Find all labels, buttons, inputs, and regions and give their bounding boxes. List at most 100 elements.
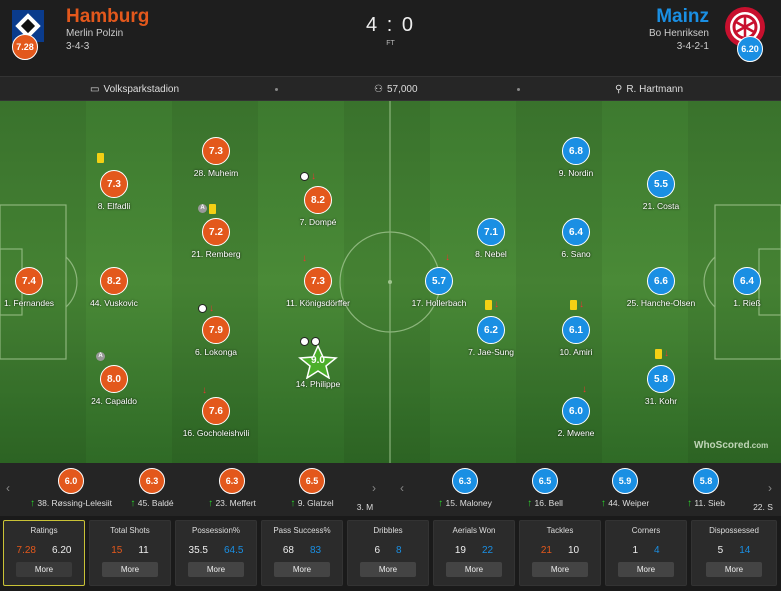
stadium-info: ▭ Volksparkstadion [90, 84, 179, 95]
stat-card-pass-success[interactable]: Pass Success% 68 83 More [261, 520, 343, 586]
stat-title: Tackles [546, 526, 574, 535]
home-player[interactable]: A 8.0 24. Capaldo [64, 352, 164, 406]
player-name: 6. Sano [561, 249, 591, 259]
home-player[interactable]: A 7.2 21. Remberg [166, 204, 266, 259]
away-stat-value: 10 [568, 545, 580, 556]
player-name: 45. Baldé [137, 498, 174, 508]
stat-card-total-shots[interactable]: Total Shots 15 11 More [89, 520, 171, 586]
player-rating: 6.0 [58, 468, 84, 494]
player-rating: 7.1 [477, 218, 505, 246]
away-player[interactable]: 6.4 6. Sano [526, 218, 626, 259]
pitch: 7.4 1. Fernandes 7.3 8. Elfadli 8.2 44. … [0, 101, 781, 463]
player-name: 6. Lokonga [194, 347, 238, 357]
stat-card-ratings[interactable]: Ratings 7.28 6.20 More [3, 520, 85, 586]
more-button[interactable]: More [618, 562, 674, 577]
away-player[interactable]: ↓ 6.1 10. Amiri [526, 300, 626, 358]
home-substitute[interactable]: 6.5 ↑ 9. Glatzel [257, 468, 367, 509]
player-name: 23. Meffert [215, 498, 256, 508]
stat-title: Dribbles [373, 526, 403, 535]
home-player[interactable]: ↓ 7.6 16. Gocholeishvili [166, 386, 266, 439]
away-stat-value: 6.20 [52, 545, 72, 556]
goal-icon [311, 337, 320, 346]
player-name: 11. Sieb [694, 498, 725, 508]
home-stat-value: 6 [374, 545, 380, 556]
home-substitute[interactable]: 3. M [355, 468, 375, 512]
home-player[interactable]: ↓ 7.3 11. Königsdörffer [268, 254, 368, 309]
away-substitute[interactable]: 5.8 ↑ 11. Sieb [651, 468, 761, 509]
sub-in-icon: ↑ [290, 498, 296, 509]
away-subs-prev-icon[interactable]: ‹ [400, 481, 404, 495]
player-rating: 6.0 [562, 397, 590, 425]
player-events: A [198, 204, 216, 214]
match-info-bar: ▭ Volksparkstadion ⚇ 57,000 ⚲ R. Hartman… [0, 76, 781, 101]
player-rating: 7.3 [304, 267, 332, 295]
sub-out-icon: ↓ [664, 348, 669, 359]
away-player[interactable]: ↓ 5.7 17. Hollerbach [389, 253, 489, 309]
home-player[interactable]: 9.0 14. Philippe [268, 337, 368, 389]
away-player[interactable]: ↓ 6.2 7. Jae-Sung [441, 300, 541, 358]
stat-card-possession[interactable]: Possession% 35.5 64.5 More [175, 520, 257, 586]
stat-title: Pass Success% [273, 526, 331, 535]
stat-card-tackles[interactable]: Tackles 21 10 More [519, 520, 601, 586]
player-rating: 5.8 [647, 365, 675, 393]
player-name: 22. S [753, 502, 773, 512]
player-rating: 8.0 [100, 365, 128, 393]
stat-card-dispossessed[interactable]: Dispossessed 5 14 More [691, 520, 777, 586]
away-player[interactable]: 6.8 9. Nordin [526, 137, 626, 178]
away-team-name[interactable]: Mainz [656, 6, 709, 28]
home-player[interactable]: 7.3 8. Elfadli [64, 153, 164, 211]
player-events: ↓ [655, 349, 669, 359]
goal-icon [300, 337, 309, 346]
player-rating: 5.8 [693, 468, 719, 494]
player-name: 8. Nebel [475, 249, 507, 259]
yellow-card-icon [570, 300, 577, 310]
home-player[interactable]: ↓ 7.9 6. Lokonga [166, 304, 266, 358]
player-events: ↓ [300, 172, 316, 182]
player-events: A [96, 352, 105, 362]
more-button[interactable]: More [188, 562, 244, 577]
away-player[interactable]: 7.1 8. Nebel [441, 218, 541, 259]
home-player[interactable]: 8.2 44. Vuskovic [64, 267, 164, 308]
stat-card-aerials-won[interactable]: Aerials Won 19 22 More [433, 520, 515, 586]
player-name: 8. Elfadli [97, 201, 131, 211]
more-button[interactable]: More [16, 562, 72, 577]
player-rating: 8.2 [304, 186, 332, 214]
player-rating: 7.2 [202, 218, 230, 246]
player-rating: 6.5 [299, 468, 325, 494]
stat-card-corners[interactable]: Corners 1 4 More [605, 520, 687, 586]
player-name: 7. Dompé [299, 217, 337, 227]
home-subs-prev-icon[interactable]: ‹ [6, 481, 10, 495]
more-button[interactable]: More [532, 562, 588, 577]
more-button[interactable]: More [446, 562, 502, 577]
away-player[interactable]: ↓ 6.0 2. Mwene [526, 385, 626, 439]
player-name: 14. Philippe [295, 379, 341, 389]
watermark-suffix: .com [749, 441, 769, 450]
home-player[interactable]: 7.3 28. Muheim [166, 137, 266, 178]
away-player[interactable]: 5.5 21. Costa [611, 170, 711, 211]
sub-in-icon: ↑ [600, 498, 606, 509]
away-player[interactable]: 6.6 25. Hanche-Olsen [611, 267, 711, 308]
away-substitute[interactable]: 22. S [753, 468, 773, 512]
more-button[interactable]: More [360, 562, 416, 577]
sub-in-icon: ↑ [130, 498, 136, 509]
player-rating: 8.2 [100, 267, 128, 295]
player-events: ↓ [570, 300, 584, 310]
sub-out-icon: ↓ [311, 171, 316, 182]
home-stat-value: 35.5 [188, 545, 208, 556]
player-name: 16. Bell [534, 498, 563, 508]
away-stat-value: 8 [396, 545, 402, 556]
more-button[interactable]: More [706, 562, 762, 577]
player-name: 31. Kohr [644, 396, 678, 406]
away-stat-value: 14 [739, 545, 751, 556]
stat-card-dribbles[interactable]: Dribbles 6 8 More [347, 520, 429, 586]
home-stat-value: 7.28 [16, 545, 36, 556]
away-stat-value: 83 [310, 545, 322, 556]
sub-in-icon: ↑ [438, 498, 444, 509]
more-button[interactable]: More [102, 562, 158, 577]
more-button[interactable]: More [274, 562, 330, 577]
player-rating: 6.3 [139, 468, 165, 494]
home-player[interactable]: ↓ 8.2 7. Dompé [268, 172, 368, 228]
match-header: 7.28 Hamburg Merlin Polzin 3-4-3 4 : 0 F… [0, 0, 781, 76]
away-player[interactable]: ↓ 5.8 31. Kohr [611, 349, 711, 407]
sub-out-icon: ↓ [494, 299, 499, 310]
